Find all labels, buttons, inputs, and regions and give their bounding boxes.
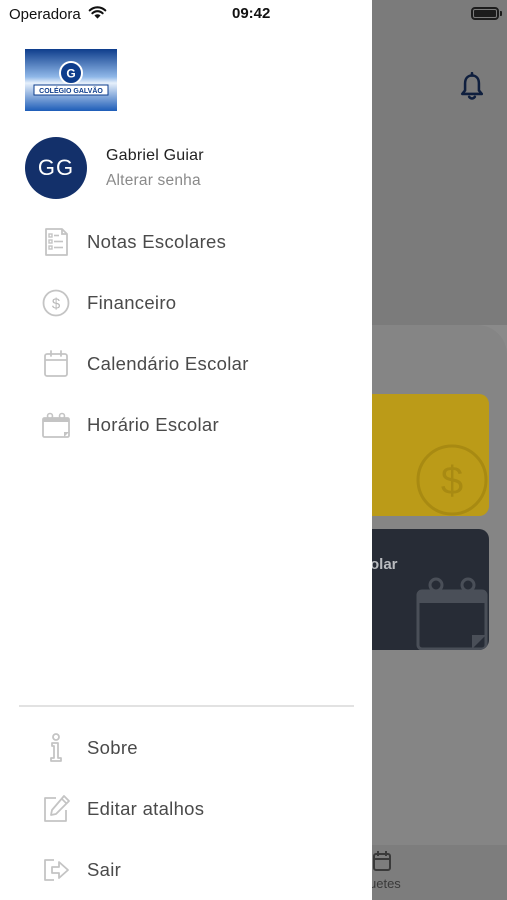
report-card-icon — [40, 226, 72, 258]
menu-item-label: Calendário Escolar — [87, 353, 249, 374]
menu-item-financeiro[interactable]: $ Financeiro — [40, 281, 360, 325]
battery-icon — [471, 7, 499, 20]
logout-icon — [40, 854, 72, 886]
svg-text:$: $ — [441, 459, 463, 503]
avatar[interactable]: GG — [25, 137, 87, 199]
screen: $ olar uetes Operadora 09:42 G COLÉGIO G… — [0, 0, 507, 900]
menu-item-label: Sobre — [87, 737, 138, 758]
navigation-drawer: Operadora 09:42 G COLÉGIO GALVÃO GG Gabr… — [0, 0, 372, 900]
menu-item-label: Editar atalhos — [87, 798, 205, 819]
schedule-icon — [40, 409, 72, 441]
menu-divider — [19, 705, 354, 707]
tab-icon — [373, 851, 391, 871]
calendar-icon — [40, 348, 72, 380]
menu-item-label: Notas Escolares — [87, 231, 227, 252]
menu-item-sair[interactable]: Sair — [40, 848, 360, 892]
battery-tip — [500, 11, 502, 16]
school-logo-text: COLÉGIO GALVÃO — [39, 86, 103, 95]
menu-item-sobre[interactable]: Sobre — [40, 726, 360, 770]
menu-item-label: Horário Escolar — [87, 414, 219, 435]
menu-item-label: Financeiro — [87, 292, 177, 313]
dollar-circle-icon: $ — [40, 287, 72, 319]
svg-text:G: G — [66, 67, 75, 81]
menu-item-label: Sair — [87, 859, 122, 880]
notification-bell-icon[interactable] — [458, 72, 486, 102]
change-password-link[interactable]: Alterar senha — [106, 172, 201, 190]
edit-icon — [40, 793, 72, 825]
status-time: 09:42 — [232, 5, 271, 22]
school-logo-image: G COLÉGIO GALVÃO — [25, 49, 117, 111]
wifi-icon — [88, 6, 107, 19]
info-icon — [40, 732, 72, 764]
menu-item-notas-escolares[interactable]: Notas Escolares — [40, 220, 360, 264]
carrier-label: Operadora — [9, 6, 81, 23]
menu-item-calendario-escolar[interactable]: Calendário Escolar — [40, 342, 360, 386]
school-logo: G COLÉGIO GALVÃO — [25, 49, 117, 111]
tab-label[interactable]: uetes — [369, 876, 401, 891]
menu-item-horario-escolar[interactable]: Horário Escolar — [40, 403, 360, 447]
user-name: Gabriel Guiar — [106, 147, 204, 164]
svg-text:$: $ — [52, 296, 61, 313]
menu-item-editar-atalhos[interactable]: Editar atalhos — [40, 787, 360, 831]
